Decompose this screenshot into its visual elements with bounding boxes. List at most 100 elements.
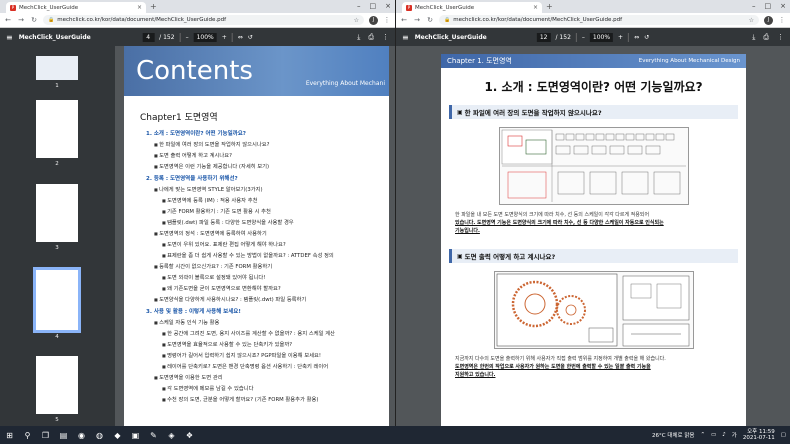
tab-mechclick-userguide[interactable]: P MechClick_UserGuide × [6,2,146,13]
thumbnail-page-4[interactable]: 4 [33,267,81,340]
tab-mechclick-userguide[interactable]: P MechClick_UserGuide × [402,2,542,13]
firefox-icon[interactable]: ◍ [94,431,105,440]
zoom-out-icon[interactable]: – [582,34,585,41]
weather-text[interactable]: 26°C 대체로 맑음 [652,431,694,439]
clock[interactable]: 오후 11:59 2021-07-11 [743,429,775,441]
ime-indicator[interactable]: 가 [732,431,737,439]
hamburger-menu-icon[interactable]: ≡ [402,33,409,42]
zoom-level[interactable]: 100% [193,32,217,42]
menu-kebab-icon[interactable]: ⋮ [383,16,391,24]
volume-icon[interactable]: ♪ [722,432,726,438]
toc-item[interactable]: 템플릿(.dwt) 파일 등록 : 다양한 도면양식을 사용할 경우 [162,218,389,226]
minimize-icon[interactable]: – [357,1,361,11]
zoom-in-icon[interactable]: + [222,34,227,41]
app-icon[interactable]: ✎ [148,431,159,440]
app-icon[interactable]: ▣ [130,431,141,440]
reload-icon[interactable]: ↻ [30,16,38,24]
close-window-icon[interactable]: × [780,1,786,11]
print-icon[interactable]: ⎙ [368,33,374,42]
minimize-icon[interactable]: – [752,1,756,11]
zoom-in-icon[interactable]: + [618,34,623,41]
menu-kebab-icon[interactable]: ⋮ [778,16,786,24]
toc-item[interactable]: 기존 FORM 활용하기 : 기존 도면 활용 시 추천 [162,207,389,215]
thumbnail-page-5[interactable]: 5 [36,356,78,423]
download-icon[interactable]: ⤓ [357,33,360,42]
page-number-input[interactable]: 4 [142,32,155,42]
rotate-icon[interactable]: ↺ [644,34,649,41]
network-icon[interactable]: ▭ [711,432,716,438]
paragraph-2-line-1: 지금까지 다수의 도면을 출력하기 위해 사용자가 직접 출력 범위를 지정하여… [455,356,666,362]
toc-item[interactable]: 도면영역에 등록 (IM) : 적용 사용자 추천 [162,196,389,204]
toc-section-title[interactable]: 1. 소개 : 도면영역이란? 어떤 기능일까요? [146,129,389,137]
forward-icon[interactable]: → [17,16,25,24]
zoom-out-icon[interactable]: – [186,34,189,41]
forward-icon[interactable]: → [413,16,421,24]
address-bar[interactable]: 🔒 mechclick.co.kr/kor/data/document/Mech… [439,15,759,25]
new-tab-icon[interactable]: + [150,2,157,12]
toc-item[interactable]: 도면영역의 정석 : 도면영역에 등록하여 사용하기 [154,229,389,237]
toc-item[interactable]: 왜 기존도면을 굳이 도면영역으로 변환해야 할까요? [162,284,389,292]
thumbnail-page-2[interactable]: 2 [36,100,78,167]
page-number-input[interactable]: 12 [536,32,551,42]
toc-sections: 1. 소개 : 도면영역이란? 어떤 기능일까요? 한 파일에 여러 장의 도면을… [140,129,389,403]
toc-item[interactable]: 등록할 시간이 없으신가요? : 기존 FORM 활용하기 [154,262,389,270]
tray-arrow-icon[interactable]: ⌃ [700,432,705,438]
toc-item[interactable]: 스케일 자동 인식 기능 활용 [154,318,389,326]
app-icon[interactable]: ❖ [184,431,195,440]
back-icon[interactable]: ← [4,16,12,24]
toc-item[interactable]: 명령어가 길어서 입력하기 쉽지 않으시죠? PGP파일을 이용해 보세요! [162,351,389,359]
toc-item[interactable]: 한 파일에 여러 장의 도면을 작업하지 않으시나요? [154,140,389,148]
zoom-level[interactable]: 100% [589,32,614,42]
search-icon[interactable]: ⚲ [22,431,33,440]
bookmark-star-icon[interactable]: ☆ [749,17,754,24]
toc-item[interactable]: 표제란을 좀 더 쉽게 사용할 수 있는 방법이 없을까요? : ATTDEF … [162,251,389,259]
toc-section-title[interactable]: 2. 등록 : 도면영역을 사용하기 위해선? [146,174,389,182]
bookmark-star-icon[interactable]: ☆ [354,17,359,24]
maximize-icon[interactable]: □ [370,1,377,11]
close-tab-icon[interactable]: × [533,4,538,11]
toc-item[interactable]: 도면양식을 다양하게 사용하시나요? : 템플릿(.dwt) 파일 등록하기 [154,295,389,303]
toc-item[interactable]: 수천 장의 도면, 균분을 어떻게 할까요? (기존 FORM 활용추가 활용) [162,395,389,403]
toc-item[interactable]: 나에게 맞는 도면영역 STYLE 알아보기(3가지) [154,185,389,193]
download-icon[interactable]: ⤓ [752,33,755,42]
hamburger-menu-icon[interactable]: ≡ [6,33,13,42]
profile-avatar[interactable]: J [369,15,378,25]
close-tab-icon[interactable]: × [137,4,142,11]
task-view-icon[interactable]: ❐ [40,431,51,440]
thumbnail-page-1[interactable]: 1 [36,56,78,89]
print-icon[interactable]: ⎙ [763,33,769,42]
more-actions-icon[interactable]: ⋮ [777,33,784,42]
lock-icon[interactable]: 🔒 [444,17,450,23]
toc-item[interactable]: 도면 출력 어떻게 하고 계시나요? [154,151,389,159]
notifications-icon[interactable]: ▢ [781,432,786,438]
toc-item[interactable]: 한 공간에 그려진 도면, 용지 사이즈를 계산할 수 없을까? : 용지 스케… [162,329,389,337]
toc-item[interactable]: 도면영역은 이런 기능을 제공합니다 (자세히 보기) [154,162,389,170]
toc-item[interactable]: 각 도면영역에 메모를 남길 수 있습니다 [162,384,389,392]
reload-icon[interactable]: ↻ [426,16,434,24]
app-icon[interactable]: ◆ [112,431,123,440]
fit-page-icon[interactable]: ⇔ [634,34,639,41]
toc-item[interactable]: 도면영역을 효율적으로 사용할 수 있는 단축키가 있을까? [162,340,389,348]
toc-item[interactable]: 레이어를 단축키로? 도면은 밴경 단축명령 옵션 사용하기 : 단축키 레이어 [162,362,389,370]
chrome-icon[interactable]: ◉ [76,431,87,440]
maximize-icon[interactable]: □ [765,1,772,11]
toc-section-title[interactable]: 3. 사용 및 활용 : 이렇게 사용해 보세요! [146,307,389,315]
app-icon[interactable]: ◈ [166,431,177,440]
back-icon[interactable]: ← [400,16,408,24]
lock-icon[interactable]: 🔒 [48,17,54,23]
more-actions-icon[interactable]: ⋮ [382,33,389,42]
fit-page-icon[interactable]: ⇔ [238,34,243,41]
address-bar[interactable]: 🔒 mechclick.co.kr/kor/data/document/Mech… [43,15,364,25]
toc-item[interactable]: 도면 외곽이 블록으로 설정돼 있어야 됩니다! [162,273,389,281]
paragraph-1-line-1: 한 파일을 내 모든 도면 도면양식의 크기에 따라 치수, 선 등의 스케일이… [455,212,650,218]
toc-item[interactable]: 도면이 우위 있어요. 표제란 편집 어떻게 해야 하나요? [162,240,389,248]
profile-avatar[interactable]: J [764,15,773,25]
close-window-icon[interactable]: × [385,1,391,11]
rotate-icon[interactable]: ↺ [248,34,253,41]
thumbnail-sidebar[interactable]: 1 2 3 4 5 [0,46,115,426]
start-icon[interactable]: ⊞ [4,431,15,440]
thumbnail-page-3[interactable]: 3 [36,184,78,251]
toc-item[interactable]: 도면영역을 이용한 도면 관리 [154,373,389,381]
new-tab-icon[interactable]: + [546,2,553,12]
file-explorer-icon[interactable]: ▤ [58,431,69,440]
